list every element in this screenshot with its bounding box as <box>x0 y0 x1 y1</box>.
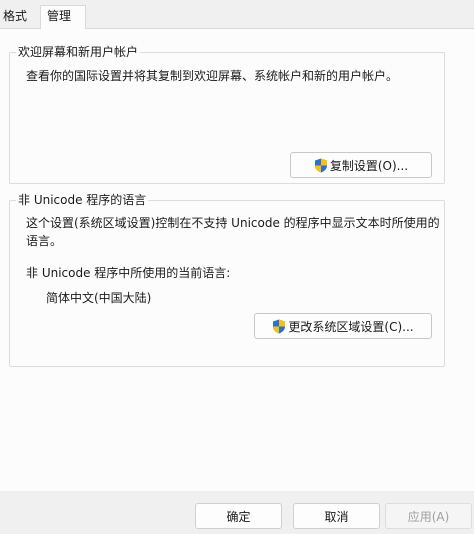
cancel-button[interactable]: 取消 <box>293 503 380 529</box>
ok-button[interactable]: 确定 <box>195 503 282 529</box>
welcome-group: 欢迎屏幕和新用户帐户 查看你的国际设置并将其复制到欢迎屏幕、系统帐户和新的用户帐… <box>9 44 445 184</box>
welcome-group-title: 欢迎屏幕和新用户帐户 <box>16 44 141 60</box>
dialog-footer: 确定 取消 应用(A) <box>0 491 474 534</box>
uac-shield-icon <box>314 158 327 172</box>
change-system-locale-button[interactable]: 更改系统区域设置(C)... <box>254 313 432 339</box>
non-unicode-description-line2: 语言。 <box>26 234 63 248</box>
apply-button[interactable]: 应用(A) <box>385 503 472 529</box>
manage-page: 欢迎屏幕和新用户帐户 查看你的国际设置并将其复制到欢迎屏幕、系统帐户和新的用户帐… <box>0 28 474 491</box>
current-language-value: 简体中文(中国大陆) <box>46 291 152 305</box>
non-unicode-group: 非 Unicode 程序的语言 这个设置(系统区域设置)控制在不支持 Unico… <box>9 192 445 367</box>
copy-settings-label: 复制设置(O)... <box>329 158 409 173</box>
non-unicode-group-title: 非 Unicode 程序的语言 <box>16 192 149 208</box>
current-language-label: 非 Unicode 程序中所使用的当前语言: <box>26 266 231 280</box>
copy-settings-button[interactable]: 复制设置(O)... <box>290 152 432 178</box>
uac-shield-icon <box>273 319 286 333</box>
tab-strip: 格式 管理 <box>0 0 474 29</box>
non-unicode-description-line1: 这个设置(系统区域设置)控制在不支持 Unicode 的程序中显示文本时所使用的 <box>26 216 440 230</box>
tab-manage[interactable]: 管理 <box>40 5 86 29</box>
change-system-locale-label: 更改系统区域设置(C)... <box>288 319 414 334</box>
tab-format[interactable]: 格式 <box>0 6 40 28</box>
welcome-description: 查看你的国际设置并将其复制到欢迎屏幕、系统帐户和新的用户帐户。 <box>26 69 399 83</box>
region-settings-dialog: 格式 管理 欢迎屏幕和新用户帐户 查看你的国际设置并将其复制到欢迎屏幕、系统帐户… <box>0 0 474 534</box>
